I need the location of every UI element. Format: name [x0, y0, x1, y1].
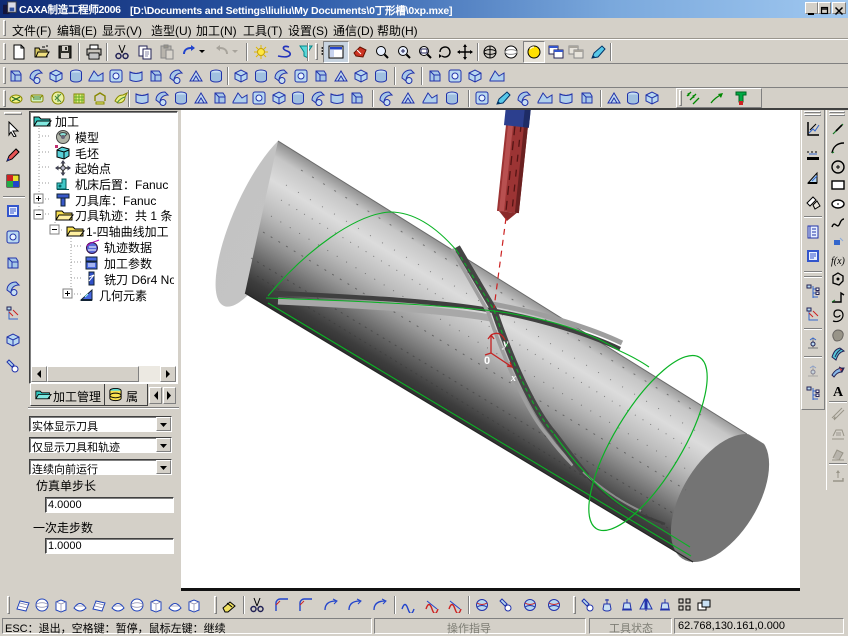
svg-text:模型: 模型 — [75, 131, 99, 145]
svg-text:0: 0 — [484, 355, 490, 367]
svg-text:起始点: 起始点 — [75, 162, 111, 176]
svg-text:1-四轴曲线加工: 1-四轴曲线加工 — [86, 224, 169, 239]
svg-text:铣刀 D6r4 No:4 F: 铣刀 D6r4 No:4 F — [104, 273, 174, 287]
svg-text:毛坯: 毛坯 — [75, 147, 99, 161]
svg-text:轨迹数据: 轨迹数据 — [104, 240, 152, 255]
svg-text:刀具库：Fanuc: 刀具库：Fanuc — [75, 193, 156, 208]
svg-text:y: y — [501, 336, 509, 350]
svg-text:加工参数: 加工参数 — [104, 256, 152, 271]
svg-text:刀具轨迹：共 1 条: 刀具轨迹：共 1 条 — [75, 209, 172, 223]
svg-text:x: x — [510, 373, 516, 384]
svg-text:机床后置：Fanuc: 机床后置：Fanuc — [75, 178, 168, 192]
svg-text:加工: 加工 — [55, 115, 79, 129]
svg-text:几何元素: 几何元素 — [99, 289, 147, 303]
